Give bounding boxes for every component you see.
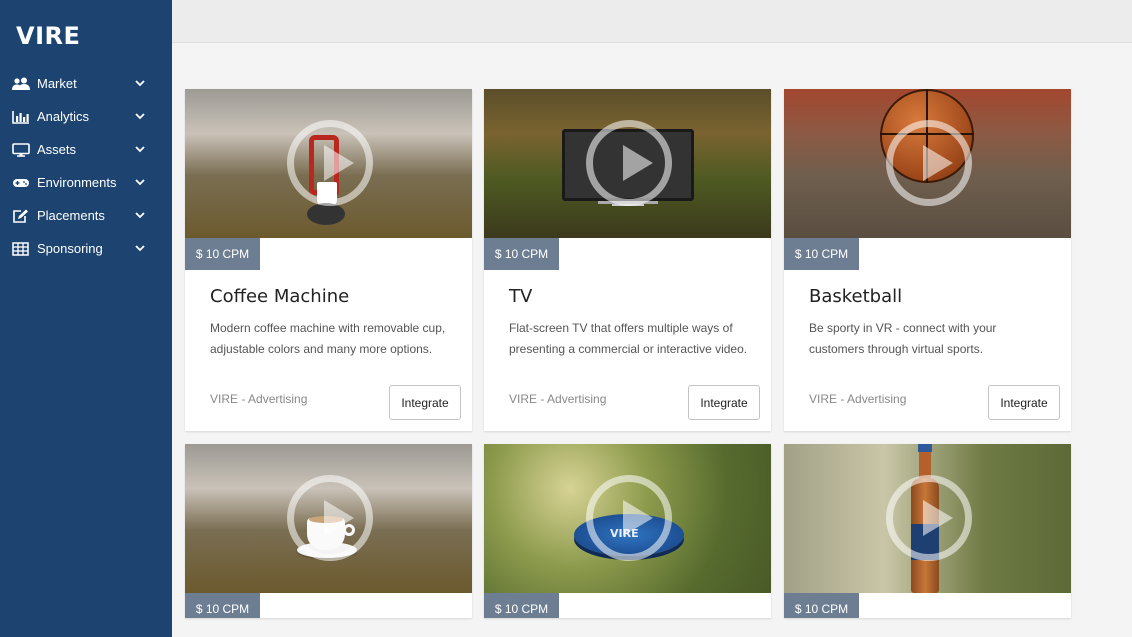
asset-preview[interactable] — [484, 89, 771, 238]
sidebar-item-sponsoring[interactable]: Sponsoring — [0, 232, 172, 265]
sidebar-item-label: Market — [37, 76, 77, 91]
asset-card-basketball: $ 10 CPM Basketball Be sporty in VR - co… — [784, 89, 1071, 431]
chevron-down-icon — [134, 177, 146, 189]
sidebar: VIRE Market Analytics Assets Environment… — [0, 0, 172, 637]
sidebar-item-label: Analytics — [37, 109, 90, 124]
chevron-down-icon — [134, 78, 146, 90]
chevron-down-icon — [134, 243, 146, 255]
sidebar-item-market[interactable]: Market — [0, 67, 172, 100]
integrate-button[interactable]: Integrate — [688, 385, 760, 420]
integrate-button[interactable]: Integrate — [988, 385, 1060, 420]
asset-preview[interactable] — [185, 89, 472, 238]
play-icon[interactable] — [586, 475, 672, 561]
monitor-icon — [12, 142, 30, 157]
card-publisher: VIRE - Advertising — [809, 392, 907, 406]
integrate-button[interactable]: Integrate — [389, 385, 461, 420]
sidebar-nav: Market Analytics Assets Environments Pla… — [0, 67, 172, 265]
price-badge: $ 10 CPM — [784, 238, 859, 270]
sidebar-item-label: Placements — [37, 208, 105, 223]
asset-card-tv: $ 10 CPM TV Flat-screen TV that offers m… — [484, 89, 771, 431]
sidebar-item-label: Assets — [37, 142, 77, 157]
price-badge: $ 10 CPM — [185, 593, 260, 618]
card-title: TV — [509, 286, 533, 307]
asset-preview[interactable] — [185, 444, 472, 593]
card-publisher: VIRE - Advertising — [210, 392, 308, 406]
play-icon[interactable] — [886, 120, 972, 206]
card-publisher: VIRE - Advertising — [509, 392, 607, 406]
sidebar-item-label: Sponsoring — [37, 241, 103, 256]
sidebar-item-assets[interactable]: Assets — [0, 133, 172, 166]
asset-card-coaster: VIRE $ 10 CPM — [484, 444, 771, 618]
card-description: Modern coffee machine with removable cup… — [210, 321, 446, 356]
play-icon[interactable] — [287, 475, 373, 561]
sidebar-item-label: Environments — [37, 175, 117, 190]
chevron-down-icon — [134, 210, 146, 222]
card-description: Flat-screen TV that offers multiple ways… — [509, 321, 748, 356]
asset-preview[interactable] — [784, 444, 1071, 593]
price-badge: $ 10 CPM — [484, 593, 559, 618]
play-icon[interactable] — [886, 475, 972, 561]
card-description: Be sporty in VR - connect with your cust… — [809, 321, 997, 356]
gamepad-icon — [12, 176, 30, 190]
edit-icon — [12, 209, 30, 223]
top-bar — [172, 0, 1132, 43]
asset-preview[interactable] — [784, 89, 1071, 238]
sidebar-item-placements[interactable]: Placements — [0, 199, 172, 232]
users-icon — [12, 77, 30, 91]
chevron-down-icon — [134, 111, 146, 123]
card-title: Basketball — [809, 286, 903, 307]
table-icon — [12, 241, 30, 256]
price-badge: $ 10 CPM — [784, 593, 859, 618]
play-icon[interactable] — [287, 120, 373, 206]
price-badge: $ 10 CPM — [484, 238, 559, 270]
app-logo[interactable]: VIRE — [16, 22, 80, 50]
asset-card-coffee-cup: $ 10 CPM — [185, 444, 472, 618]
card-title: Coffee Machine — [210, 286, 350, 307]
price-badge: $ 10 CPM — [185, 238, 260, 270]
asset-card-coffee-machine: $ 10 CPM Coffee Machine Modern coffee ma… — [185, 89, 472, 431]
sidebar-item-analytics[interactable]: Analytics — [0, 100, 172, 133]
asset-preview[interactable]: VIRE — [484, 444, 771, 593]
chevron-down-icon — [134, 144, 146, 156]
sidebar-item-environments[interactable]: Environments — [0, 166, 172, 199]
asset-card-bottle: $ 10 CPM — [784, 444, 1071, 618]
play-icon[interactable] — [586, 120, 672, 206]
bar-chart-icon — [12, 110, 30, 124]
